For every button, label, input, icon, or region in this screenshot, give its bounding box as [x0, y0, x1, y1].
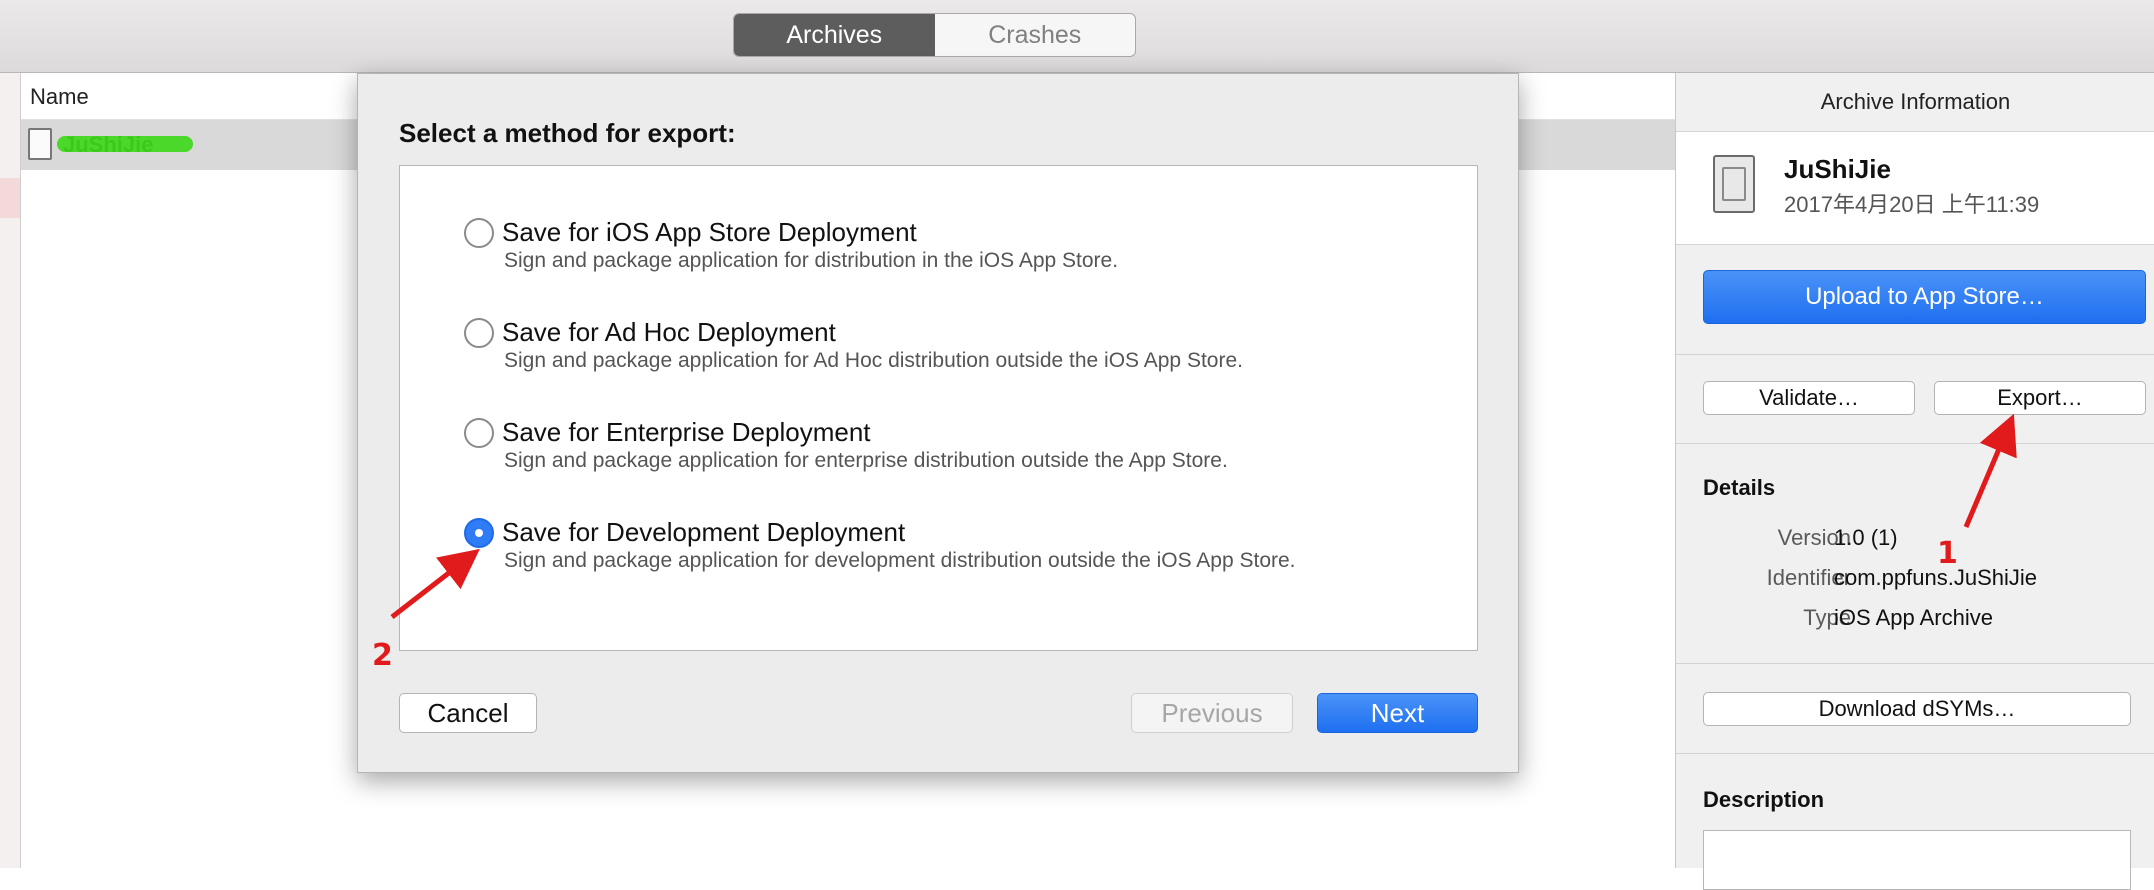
export-options-box: Save for iOS App Store Deployment Sign a… — [399, 165, 1478, 651]
view-segmented-control: Archives Crashes — [733, 13, 1136, 57]
inspector-title: Archive Information — [1676, 73, 2154, 132]
sidebar-strip — [0, 73, 21, 868]
detail-label-version: Version — [1777, 525, 1851, 550]
tab-archives[interactable]: Archives — [734, 14, 935, 56]
detail-label-type: Type — [1803, 605, 1851, 630]
divider — [1676, 663, 2154, 664]
option-enterprise[interactable]: Save for Enterprise Deployment Sign and … — [464, 416, 1464, 476]
next-button[interactable]: Next — [1317, 693, 1478, 733]
app-archive-icon — [1713, 155, 1755, 213]
description-field[interactable] — [1703, 830, 2131, 890]
toolbar: Archives Crashes — [0, 0, 2154, 73]
option-title[interactable]: Save for iOS App Store Deployment — [502, 217, 917, 248]
column-header-name[interactable]: Name — [30, 84, 89, 110]
detail-value-identifier: com.ppfuns.JuShiJie — [1834, 565, 2037, 590]
description-title: Description — [1703, 787, 1825, 812]
export-sheet: Select a method for export: Save for iOS… — [357, 73, 1519, 773]
detail-value-type: iOS App Archive — [1834, 605, 1993, 630]
divider — [1676, 753, 2154, 754]
tab-crashes[interactable]: Crashes — [935, 14, 1136, 56]
sheet-title: Select a method for export: — [399, 118, 736, 148]
detail-value-version: 1.0 (1) — [1834, 525, 1898, 550]
app-name: JuShiJie — [1784, 154, 1891, 184]
archive-icon — [28, 128, 52, 160]
archive-date: 2017年4月20日 上午11:39 — [1784, 192, 2040, 217]
option-description: Sign and package application for enterpr… — [504, 449, 1228, 472]
option-title[interactable]: Save for Ad Hoc Deployment — [502, 317, 836, 348]
radio-button[interactable] — [464, 318, 494, 348]
cancel-button[interactable]: Cancel — [399, 693, 537, 733]
option-ad-hoc[interactable]: Save for Ad Hoc Deployment Sign and pack… — [464, 316, 1464, 376]
radio-button-selected[interactable] — [464, 518, 494, 548]
radio-button[interactable] — [464, 218, 494, 248]
annotation-step-2: 2 — [372, 638, 393, 673]
detail-label-identifier: Identifier — [1766, 565, 1851, 590]
download-dsyms-button[interactable]: Download dSYMs… — [1703, 692, 2131, 726]
details-title: Details — [1703, 475, 1776, 500]
archive-inspector: Archive Information JuShiJie 2017年4月20日 … — [1675, 73, 2154, 890]
divider — [1676, 354, 2154, 355]
annotation-step-1: 1 — [1937, 536, 1958, 571]
option-app-store[interactable]: Save for iOS App Store Deployment Sign a… — [464, 216, 1464, 276]
option-description: Sign and package application for distrib… — [504, 249, 1119, 272]
redaction-scribble — [57, 136, 193, 152]
app-summary: JuShiJie 2017年4月20日 上午11:39 — [1676, 132, 2154, 245]
option-title[interactable]: Save for Development Deployment — [502, 517, 905, 548]
option-description: Sign and package application for Ad Hoc … — [504, 349, 1243, 372]
option-development[interactable]: Save for Development Deployment Sign and… — [464, 516, 1464, 576]
sidebar-selection-mark — [0, 178, 20, 218]
option-description: Sign and package application for develop… — [504, 549, 1296, 572]
option-title[interactable]: Save for Enterprise Deployment — [502, 417, 871, 448]
divider — [1676, 443, 2154, 444]
previous-button[interactable]: Previous — [1131, 693, 1293, 733]
upload-to-app-store-button[interactable]: Upload to App Store… — [1703, 270, 2146, 324]
export-button[interactable]: Export… — [1934, 381, 2146, 415]
validate-button[interactable]: Validate… — [1703, 381, 1915, 415]
radio-button[interactable] — [464, 418, 494, 448]
